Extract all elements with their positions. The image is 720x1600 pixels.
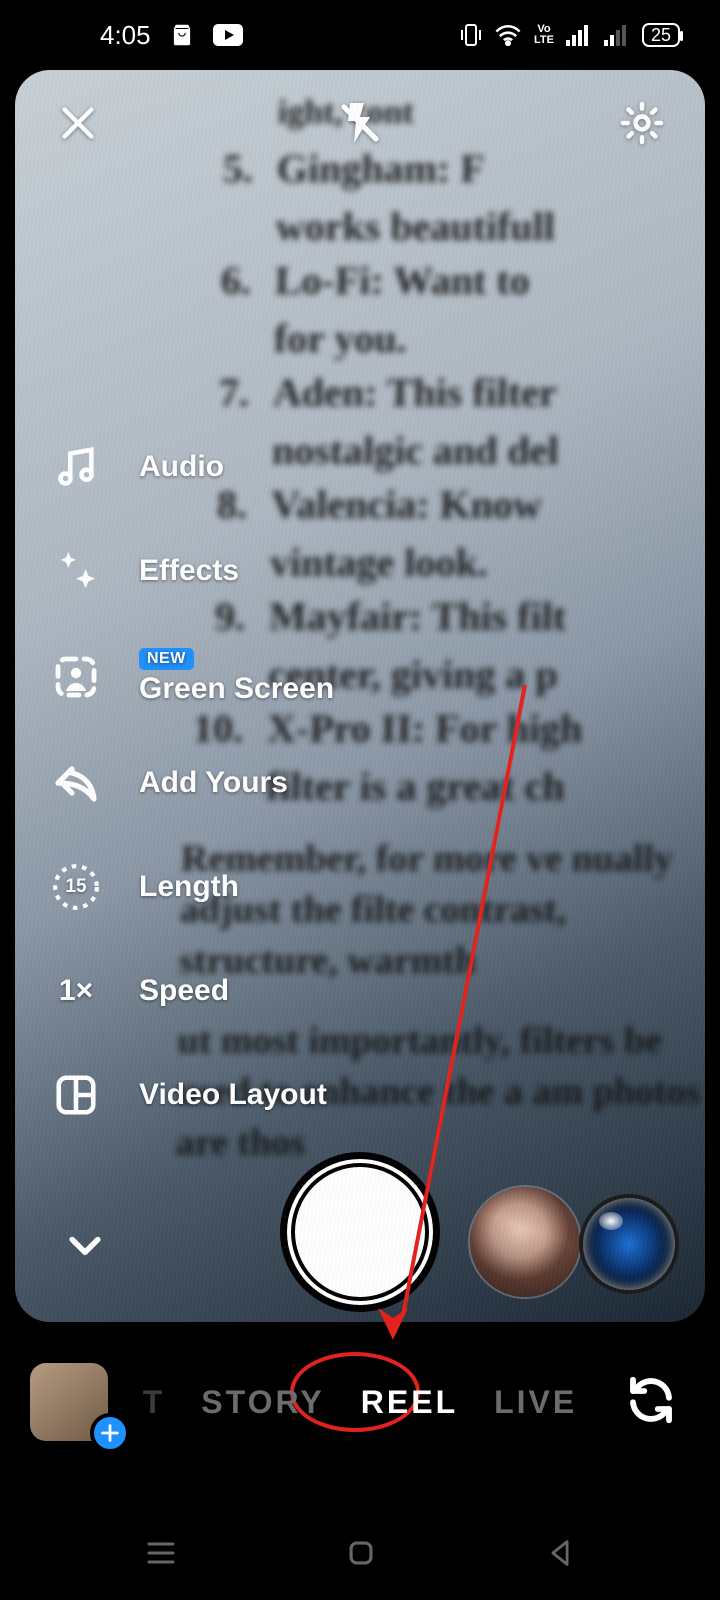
tool-effects-label: Effects (139, 554, 239, 588)
tool-add-yours-label: Add Yours (139, 766, 288, 800)
lens-switch-button[interactable] (583, 1198, 675, 1290)
person-frame-icon (49, 650, 103, 704)
mode-post-partial[interactable]: T (143, 1384, 166, 1421)
tool-audio-label: Audio (139, 450, 224, 484)
youtube-icon (213, 24, 243, 46)
mode-story[interactable]: STORY (201, 1384, 324, 1421)
tool-green-screen[interactable]: NEW Green Screen (49, 648, 334, 706)
switch-camera-button[interactable] (624, 1373, 678, 1432)
capture-mode-bar: T STORY REEL LIVE (0, 1322, 720, 1482)
tool-video-layout[interactable]: Video Layout (49, 1068, 334, 1122)
tool-green-screen-label: Green Screen (139, 672, 334, 706)
camera-top-bar (15, 88, 705, 158)
signal-icon (566, 24, 592, 46)
signal-2-icon (604, 24, 630, 46)
speed-value-icon: 1× (49, 964, 103, 1018)
vibrate-icon (460, 22, 482, 48)
close-button[interactable] (43, 88, 113, 158)
mode-selector[interactable]: T STORY REEL LIVE (0, 1384, 720, 1421)
tool-add-yours[interactable]: Add Yours (49, 756, 334, 810)
status-bar: 4:05 VoLTE 25 (0, 0, 720, 70)
battery-indicator: 25 (642, 23, 680, 47)
tool-video-layout-label: Video Layout (139, 1078, 327, 1112)
sparkles-icon (49, 544, 103, 598)
collapse-tools-button[interactable] (63, 1223, 107, 1272)
timer-icon: 15 (49, 860, 103, 914)
flash-off-button[interactable] (325, 88, 395, 158)
reply-arrow-icon (49, 756, 103, 810)
settings-button[interactable] (607, 88, 677, 158)
camera-tools-sidebar: Audio Effects NEW Green Screen Add Yours (49, 440, 334, 1122)
new-badge: NEW (139, 648, 194, 670)
volte-icon: VoLTE (534, 24, 554, 46)
mode-reel[interactable]: REEL (361, 1384, 458, 1421)
home-button[interactable] (344, 1536, 378, 1575)
tool-speed-label: Speed (139, 974, 229, 1008)
tool-speed[interactable]: 1× Speed (49, 964, 334, 1018)
wifi-icon (494, 24, 522, 46)
tool-audio[interactable]: Audio (49, 440, 334, 494)
effects-thumbnail-button[interactable] (470, 1187, 580, 1297)
shutter-button[interactable] (280, 1152, 440, 1312)
recents-button[interactable] (143, 1535, 179, 1576)
music-note-icon (49, 440, 103, 494)
camera-viewfinder: ight, cont 5.Gingham: F works beautifull… (15, 70, 705, 1322)
tool-effects[interactable]: Effects (49, 544, 334, 598)
tool-length-label: Length (139, 870, 239, 904)
status-time: 4:05 (100, 20, 151, 51)
system-navigation-bar (0, 1510, 720, 1600)
shopping-bag-icon (169, 22, 195, 48)
length-value: 15 (49, 860, 103, 914)
status-right: VoLTE 25 (460, 22, 680, 48)
tool-length[interactable]: 15 Length (49, 860, 334, 914)
back-button[interactable] (543, 1536, 577, 1575)
layout-icon (49, 1068, 103, 1122)
mode-live[interactable]: LIVE (494, 1384, 577, 1421)
status-left: 4:05 (100, 20, 243, 51)
